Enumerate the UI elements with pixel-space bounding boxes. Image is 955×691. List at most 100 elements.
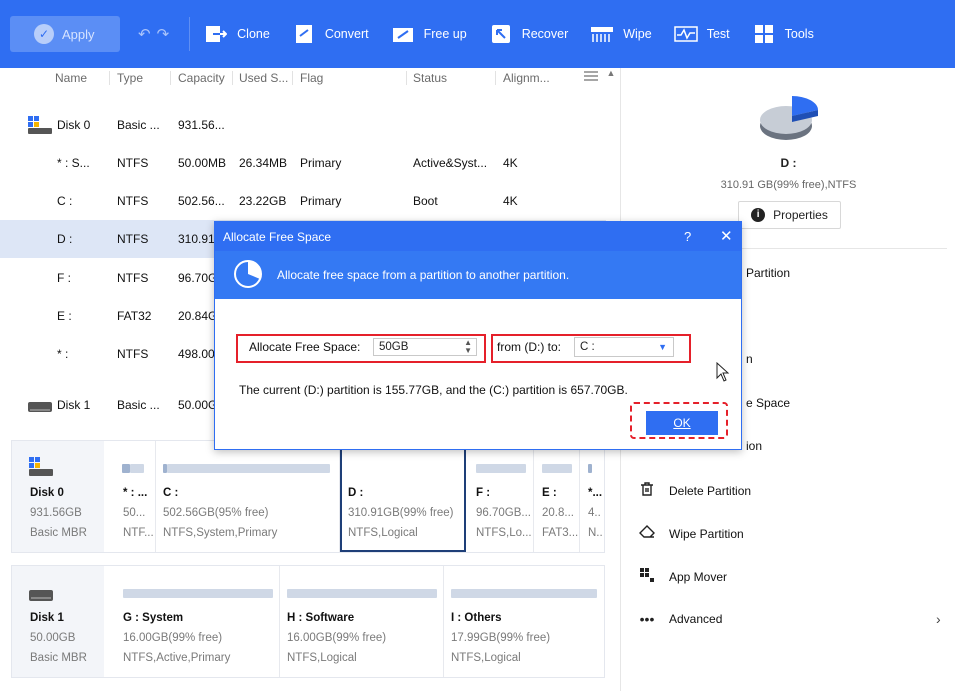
mouse-cursor-icon: [716, 361, 730, 385]
free-up-button[interactable]: Free up: [391, 24, 467, 44]
disk1-type: Basic MBR: [30, 652, 87, 664]
partition-size: 17.99GB(99% free): [451, 632, 551, 644]
partition-block-f[interactable]: F : 96.70GB... NTFS,Lo...: [468, 441, 534, 552]
partition-block[interactable]: * : ... 50... NTF...: [116, 441, 156, 552]
eraser-icon: [639, 525, 655, 542]
menu-item-wipe-partition[interactable]: Wipe Partition: [639, 525, 744, 542]
column-divider: [406, 71, 407, 85]
column-divider: [232, 71, 233, 85]
menu-label: Advanced: [669, 612, 723, 626]
col-name[interactable]: Name: [55, 71, 87, 85]
stepper-arrows-icon[interactable]: ▲ ▼: [464, 339, 472, 355]
apply-label: Apply: [62, 26, 95, 42]
convert-button[interactable]: Convert: [292, 24, 369, 44]
menu-item-advanced[interactable]: ••• Advanced ›: [639, 611, 944, 627]
partition-pie-icon: [756, 94, 820, 149]
partition-size: 96.70GB...: [476, 507, 531, 519]
table-row-disk0[interactable]: Disk 0 Basic ... 931.56...: [0, 106, 606, 144]
col-flag[interactable]: Flag: [300, 71, 323, 85]
disk0-name: Disk 0: [30, 487, 64, 499]
menu-label: Delete Partition: [669, 483, 752, 498]
col-used-space[interactable]: Used S...: [239, 71, 288, 85]
usage-bar: [287, 589, 437, 598]
row-name: D :: [57, 232, 73, 246]
wipe-button[interactable]: Wipe: [590, 24, 652, 44]
row-name: E :: [57, 309, 72, 323]
disk0-info[interactable]: Disk 0 931.56GB Basic MBR: [12, 441, 104, 552]
partition-size: 16.00GB(99% free): [123, 632, 223, 644]
row-name: F :: [57, 271, 71, 285]
partition-label: * : ...: [123, 487, 148, 499]
row-type: NTFS: [117, 156, 149, 170]
target-partition-dropdown[interactable]: C : ▼: [574, 337, 674, 357]
column-divider: [109, 71, 110, 85]
partition-block-c[interactable]: C : 502.56GB(95% free) NTFS,System,Prima…: [156, 441, 340, 552]
partition-size: 4..: [588, 507, 601, 519]
apply-button[interactable]: ✓ Apply: [10, 16, 120, 52]
row-status: Boot: [413, 194, 438, 208]
undo-redo-icons[interactable]: ↶↷: [138, 25, 175, 43]
partition-block-i[interactable]: I : Others 17.99GB(99% free) NTFS,Logica…: [444, 566, 604, 677]
ok-button[interactable]: OK: [646, 411, 718, 435]
usage-bar: [123, 589, 273, 598]
wipe-label: Wipe: [623, 27, 652, 41]
disk0-type: Basic MBR: [30, 527, 87, 539]
disk1-info[interactable]: Disk 1 50.00GB Basic MBR: [12, 566, 104, 677]
row-type: NTFS: [117, 271, 149, 285]
partition-size: 20.8...: [542, 507, 574, 519]
disk1-map: Disk 1 50.00GB Basic MBR G : System 16.0…: [11, 565, 605, 678]
trash-icon: [639, 482, 655, 499]
table-row[interactable]: C : NTFS 502.56... 23.22GB Primary Boot …: [0, 182, 606, 220]
more-icon: •••: [639, 611, 655, 627]
recover-button[interactable]: Recover: [489, 24, 569, 44]
row-status: Active&Syst...: [413, 156, 488, 170]
usage-bar: [122, 464, 130, 473]
menu-item-delete-partition[interactable]: Delete Partition: [639, 482, 751, 499]
wipe-icon: [590, 24, 614, 44]
tools-button[interactable]: Tools: [752, 24, 814, 44]
clone-button[interactable]: Clone: [204, 24, 270, 44]
row-capacity: 20.84G: [178, 309, 218, 323]
close-icon[interactable]: ✕: [720, 227, 733, 245]
partition-fs: FAT3...: [542, 527, 579, 539]
test-button[interactable]: Test: [673, 24, 730, 44]
partition-block-d-selected[interactable]: D : 310.91GB(99% free) NTFS,Logical: [340, 441, 466, 552]
menu-label: n: [746, 352, 753, 366]
info-text: The current (D:) partition is 155.77GB, …: [239, 383, 628, 397]
col-alignment[interactable]: Alignm...: [503, 71, 550, 85]
col-capacity[interactable]: Capacity: [178, 71, 225, 85]
partition-fs: NTFS,Logical: [451, 652, 521, 664]
partition-label: G : System: [123, 612, 184, 624]
row-type: Basic ...: [117, 398, 160, 412]
column-divider: [495, 71, 496, 85]
table-row[interactable]: * : S... NTFS 50.00MB 26.34MB Primary Ac…: [0, 144, 606, 182]
help-icon[interactable]: ?: [684, 229, 691, 244]
dialog-title-bar[interactable]: Allocate Free Space ? ✕: [215, 222, 741, 251]
row-name: * :: [57, 347, 69, 361]
partition-block-g[interactable]: G : System 16.00GB(99% free) NTFS,Active…: [116, 566, 280, 677]
menu-label: e Space: [746, 396, 791, 410]
partition-block-e[interactable]: E : 20.8... FAT3...: [534, 441, 580, 552]
partition-list-header: Name Type Capacity Used S... Flag Status…: [0, 68, 606, 88]
menu-item-app-mover[interactable]: App Mover: [639, 568, 727, 585]
col-status[interactable]: Status: [413, 71, 447, 85]
row-capacity: 96.70G: [178, 271, 218, 285]
partition-label: *...: [588, 487, 603, 499]
partition-block[interactable]: *... 4.. N..: [580, 441, 604, 552]
allocate-size-stepper[interactable]: 50GB ▲ ▼: [373, 338, 477, 356]
usage-bar: [476, 464, 526, 473]
disk1-name: Disk 1: [30, 612, 64, 624]
col-type[interactable]: Type: [117, 71, 143, 85]
properties-button[interactable]: i Properties: [738, 201, 841, 229]
scroll-up-icon[interactable]: ▲: [604, 68, 618, 82]
partition-fs: NTFS,System,Primary: [163, 527, 278, 539]
partition-fs: NTF...: [123, 527, 154, 539]
partition-size: 16.00GB(99% free): [287, 632, 387, 644]
column-settings-icon[interactable]: [583, 70, 599, 85]
partition-fs: NTFS,Logical: [348, 527, 418, 539]
recover-label: Recover: [521, 27, 569, 41]
menu-label: ion: [746, 439, 763, 453]
partition-block-h[interactable]: H : Software 16.00GB(99% free) NTFS,Logi…: [280, 566, 444, 677]
partition-label: D :: [348, 487, 364, 499]
usage-bar: [451, 589, 597, 598]
